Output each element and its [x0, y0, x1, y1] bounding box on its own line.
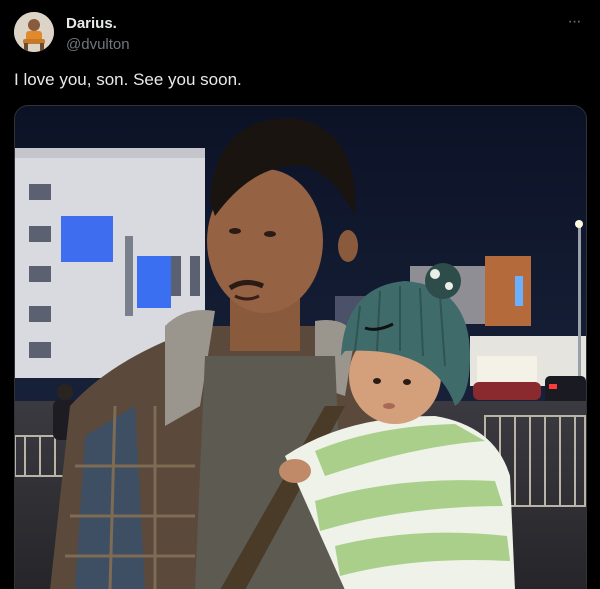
- tweet-card: Darius. @dvulton ··· I love you, son. Se…: [0, 0, 600, 589]
- tweet-text: I love you, son. See you soon.: [14, 70, 242, 89]
- author-handle[interactable]: @dvulton: [66, 36, 130, 53]
- avatar-image: [14, 12, 54, 52]
- tweet-photo[interactable]: [14, 105, 587, 589]
- author-display-name[interactable]: Darius.: [66, 15, 117, 32]
- photo-scene: [15, 106, 586, 589]
- author-avatar[interactable]: [14, 12, 54, 52]
- more-options-icon[interactable]: ···: [564, 12, 584, 32]
